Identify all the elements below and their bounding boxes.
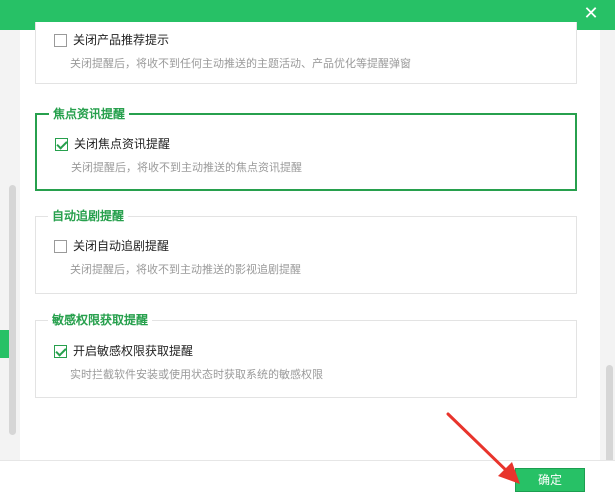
section-title: 敏感权限获取提醒	[48, 312, 153, 328]
section-auto-drama: 自动追剧提醒 关闭自动追剧提醒 关闭提醒后，将收不到主动推送的影视追剧提醒	[35, 208, 577, 294]
checkbox-label: 开启敏感权限获取提醒	[73, 344, 194, 358]
checkbox-enable-sensitive-permission[interactable]	[54, 344, 67, 358]
checkbox-label: 关闭焦点资讯提醒	[74, 137, 171, 151]
checkbox-close-focus-news[interactable]	[55, 137, 68, 151]
background-selected-indicator	[0, 330, 9, 358]
section-title: 自动追剧提醒	[48, 208, 129, 224]
background-panel-left	[0, 30, 20, 460]
background-scrollbar	[9, 185, 16, 435]
annotation-arrow-icon	[446, 412, 520, 484]
section-title: 焦点资讯提醒	[49, 106, 130, 122]
section-description: 实时拦截软件安装或使用状态时获取系统的敏感权限	[70, 368, 323, 381]
section-focus-news: 焦点资讯提醒 关闭焦点资讯提醒 关闭提醒后，将收不到主动推送的焦点资讯提醒	[35, 106, 577, 191]
section-sensitive-permission: 敏感权限获取提醒 开启敏感权限获取提醒 实时拦截软件安装或使用状态时获取系统的敏…	[35, 312, 577, 398]
section-description: 关闭提醒后，将收不到主动推送的焦点资讯提醒	[71, 161, 302, 174]
checkbox-close-product-recommendation[interactable]	[54, 33, 67, 47]
section-description: 关闭提醒后，将收不到主动推送的影视追剧提醒	[70, 263, 301, 276]
section-product-recommendation: 关闭产品推荐提示 关闭提醒后，将收不到任何主动推送的主题活动、产品优化等提醒弹窗	[35, 22, 577, 84]
close-icon[interactable]: ✕	[581, 4, 601, 24]
checkbox-label: 关闭产品推荐提示	[73, 33, 170, 47]
dialog-scroll-track	[600, 30, 615, 475]
checkbox-label: 关闭自动追剧提醒	[73, 239, 170, 253]
dialog-scrollbar-thumb[interactable]	[606, 365, 613, 475]
section-description: 关闭提醒后，将收不到任何主动推送的主题活动、产品优化等提醒弹窗	[70, 57, 411, 70]
checkbox-close-auto-drama[interactable]	[54, 239, 67, 253]
